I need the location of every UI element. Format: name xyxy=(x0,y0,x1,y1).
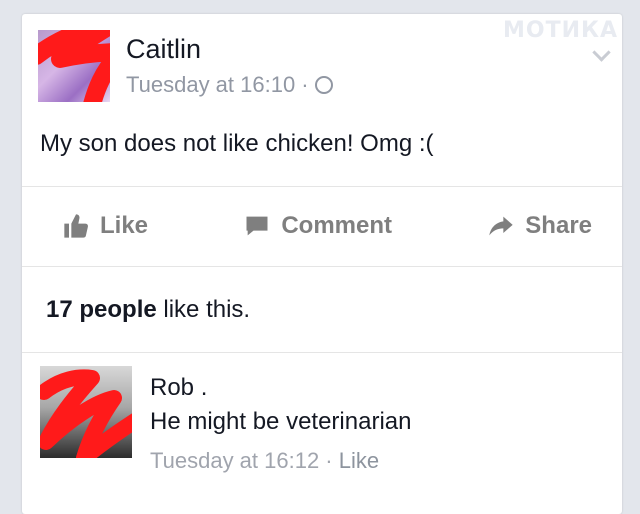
thumbs-up-icon xyxy=(64,214,88,238)
comment-button[interactable]: Comment xyxy=(243,212,392,240)
watermark: МОТИКА xyxy=(502,18,618,43)
divider xyxy=(22,352,622,353)
red-scribble-icon xyxy=(40,369,132,458)
like-button[interactable]: Like xyxy=(62,212,148,240)
likes-count: 17 people xyxy=(46,296,157,323)
post-text: My son does not like chicken! Omg :( xyxy=(40,130,434,157)
commenter-name-text[interactable]: Rob xyxy=(150,374,194,401)
comment-timestamp[interactable]: Tuesday at 16:12 · xyxy=(150,448,339,473)
share-button[interactable]: Share xyxy=(487,212,592,240)
likes-summary[interactable]: 17 people like this. xyxy=(46,296,250,324)
post-actions: Like Comment Share xyxy=(22,186,622,266)
comment-text: He might be veterinarian xyxy=(150,408,412,435)
comment-meta: Tuesday at 16:12 · Like xyxy=(150,448,379,474)
globe-icon xyxy=(314,76,333,94)
post-timestamp[interactable]: Tuesday at 16:10 · xyxy=(126,72,309,98)
comment-like-link[interactable]: Like xyxy=(339,448,379,473)
comment-label: Comment xyxy=(281,212,392,239)
share-icon xyxy=(489,216,513,236)
share-label: Share xyxy=(525,212,592,239)
author-avatar[interactable] xyxy=(38,30,110,102)
commenter-avatar[interactable] xyxy=(40,366,132,458)
commenter-name: Rob . xyxy=(150,374,207,402)
red-scribble-icon xyxy=(38,30,110,102)
author-name[interactable]: Caitlin xyxy=(126,34,201,65)
like-label: Like xyxy=(100,212,149,239)
likes-suffix: like this. xyxy=(156,296,251,323)
commenter-name-suffix: . xyxy=(194,374,208,401)
divider xyxy=(22,266,622,267)
comment-icon xyxy=(246,216,268,236)
post-meta: Tuesday at 16:10 · xyxy=(126,72,333,98)
